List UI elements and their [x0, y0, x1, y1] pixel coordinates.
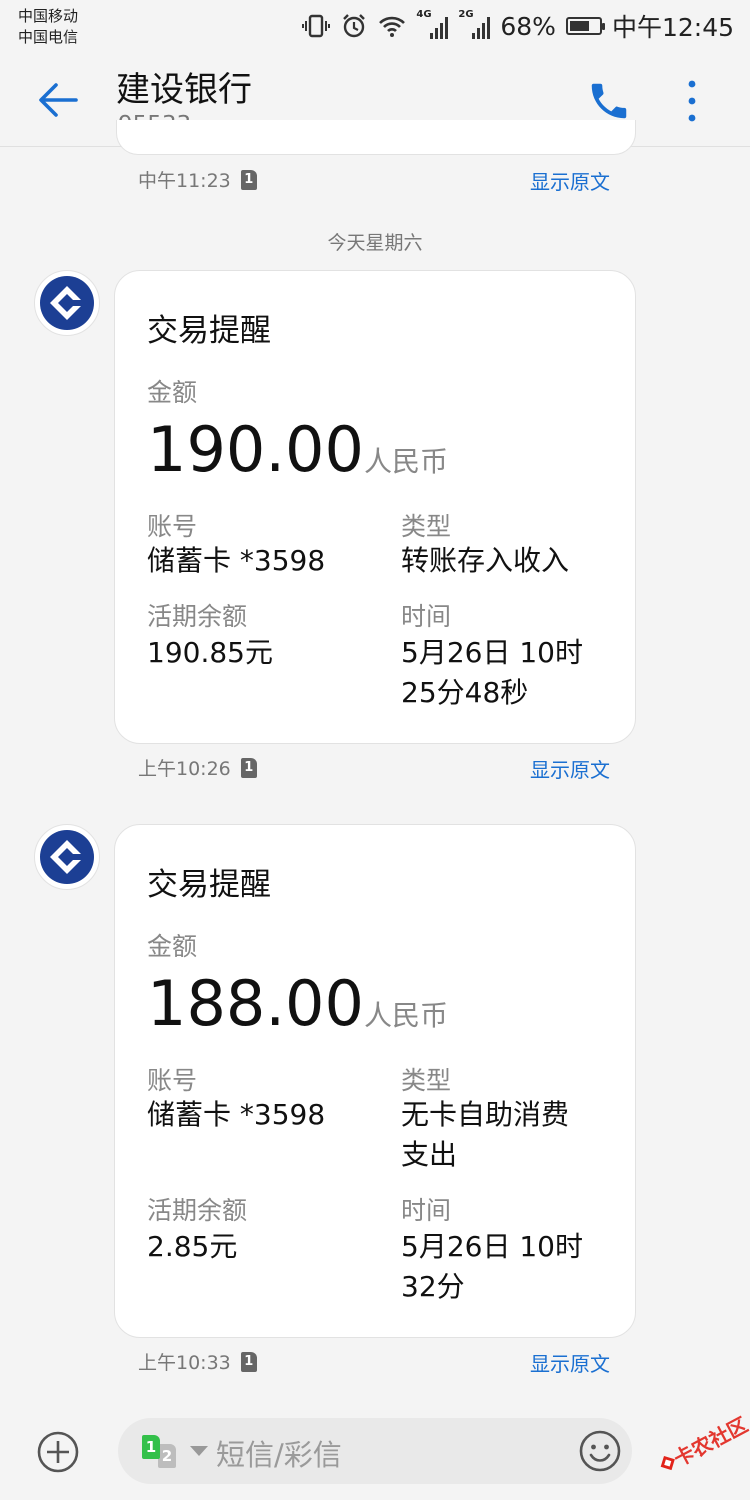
message-bubble[interactable]: 交易提醒 金额 188.00人民币 账号 储蓄卡 *3598 类型 无卡自助消费… — [114, 824, 636, 1338]
time-line: 5月26日 10时 — [401, 636, 583, 669]
type-line: 无卡自助消费 — [401, 1098, 570, 1131]
back-arrow-icon[interactable] — [36, 78, 80, 122]
contact-name: 建设银行 — [116, 70, 252, 110]
time-line: 32分 — [401, 1270, 465, 1303]
type-value: 无卡自助消费 支出 — [401, 1095, 569, 1175]
more-options-icon[interactable] — [680, 78, 704, 124]
wifi-icon — [378, 14, 406, 38]
message-title: 交易提醒 — [147, 867, 271, 903]
message-meta: 上午10:26 1 — [138, 754, 257, 781]
sim-card-icon: 1 — [240, 1351, 257, 1372]
status-icons: 4G 2G 68% 中午12:45 — [302, 8, 734, 44]
battery-fill — [569, 21, 589, 31]
sim2-icon: 2 — [158, 1444, 176, 1468]
show-original-link[interactable]: 显示原文 — [530, 1348, 610, 1377]
battery-icon — [565, 17, 605, 35]
add-attachment-icon[interactable] — [36, 1430, 80, 1474]
currency-label: 人民币 — [363, 999, 448, 1032]
signal-4g-icon: 4G — [416, 9, 449, 39]
sim-selector[interactable]: 2 1 — [142, 1435, 182, 1469]
type-label: 类型 — [401, 512, 452, 541]
amount-number: 188.00 — [147, 967, 364, 1040]
show-original-link[interactable]: 显示原文 — [530, 754, 610, 783]
account-value: 储蓄卡 *3598 — [147, 544, 326, 577]
battery-percent: 68% — [500, 11, 556, 41]
previous-message-bubble[interactable] — [116, 120, 636, 155]
message-bubble[interactable]: 交易提醒 金额 190.00人民币 账号 储蓄卡 *3598 类型 转账存入收入… — [114, 270, 636, 744]
time-label: 时间 — [401, 602, 452, 631]
ccb-logo-icon — [40, 276, 94, 330]
type-line: 转账存入收入 — [401, 544, 570, 577]
message-time: 中午11:23 — [138, 170, 231, 192]
carrier-2: 中国电信 — [18, 28, 79, 46]
sim-dropdown-chevron-icon[interactable] — [190, 1446, 208, 1456]
time-line: 25分48秒 — [401, 676, 529, 709]
carrier-names: 中国移动 中国电信 — [18, 6, 78, 48]
amount-value: 188.00人民币 — [147, 969, 448, 1051]
amount-label: 金额 — [147, 378, 198, 407]
balance-label: 活期余额 — [147, 602, 248, 631]
vibrate-icon — [302, 12, 331, 40]
message-title: 交易提醒 — [147, 313, 271, 349]
type-label: 类型 — [401, 1066, 452, 1095]
show-original-link[interactable]: 显示原文 — [530, 166, 610, 195]
account-value: 储蓄卡 *3598 — [147, 1098, 326, 1131]
message-meta: 上午10:33 1 — [138, 1348, 257, 1375]
time-line: 5月26日 10时 — [401, 1230, 583, 1263]
ccb-logo-icon — [40, 830, 94, 884]
amount-value: 190.00人民币 — [147, 415, 448, 497]
balance-label: 活期余额 — [147, 1196, 248, 1225]
emoji-icon[interactable] — [578, 1429, 622, 1473]
amount-number: 190.00 — [147, 413, 364, 486]
network-type-1: 4G — [416, 9, 432, 20]
time-value: 5月26日 10时 32分 — [401, 1227, 583, 1307]
network-type-2: 2G — [458, 9, 474, 20]
alarm-icon — [340, 12, 368, 40]
signal-2g-icon: 2G — [458, 9, 491, 39]
sim-card-icon: 1 — [240, 757, 257, 778]
amount-label: 金额 — [147, 932, 198, 961]
message-time: 上午10:26 — [138, 758, 231, 780]
message-input[interactable]: 短信/彩信 — [216, 1432, 342, 1474]
type-line: 支出 — [401, 1138, 458, 1171]
message-time: 上午10:33 — [138, 1352, 231, 1374]
bank-avatar[interactable] — [34, 824, 100, 890]
carrier-1: 中国移动 — [18, 7, 79, 25]
balance-value: 2.85元 — [147, 1230, 238, 1263]
sim1-icon: 1 — [142, 1435, 160, 1459]
type-value: 转账存入收入 — [401, 541, 569, 581]
phone-icon[interactable] — [586, 78, 632, 124]
sim-card-icon: 1 — [240, 169, 257, 190]
message-input-bar[interactable]: 2 1 短信/彩信 — [118, 1418, 632, 1484]
balance-value: 190.85元 — [147, 636, 273, 669]
time-value: 5月26日 10时 25分48秒 — [401, 633, 583, 713]
currency-label: 人民币 — [363, 445, 448, 478]
day-separator: 今天星期六 — [327, 232, 423, 254]
account-label: 账号 — [147, 512, 198, 541]
clock: 中午12:45 — [611, 13, 734, 42]
account-label: 账号 — [147, 1066, 198, 1095]
previous-message-meta: 中午11:23 1 — [138, 166, 257, 193]
watermark-logo: 卡农社区 — [648, 1408, 750, 1480]
time-label: 时间 — [401, 1196, 452, 1225]
status-bar: 中国移动 中国电信 4G 2G 68% 中午12:45 — [0, 0, 750, 52]
bank-avatar[interactable] — [34, 270, 100, 336]
